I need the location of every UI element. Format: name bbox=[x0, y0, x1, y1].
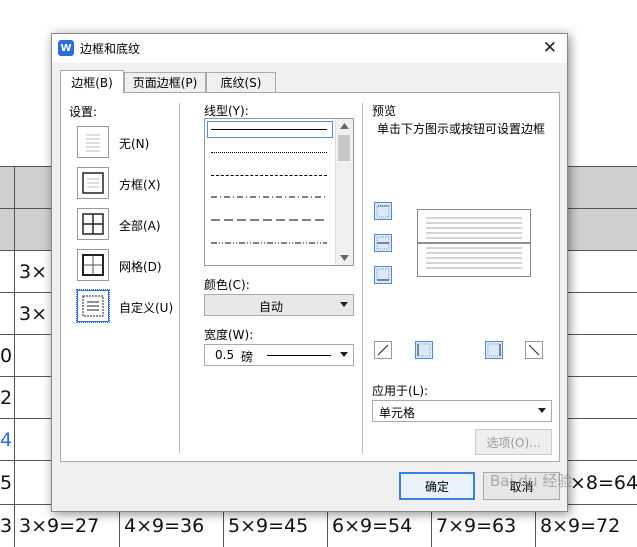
color-label: 颜色(C): bbox=[204, 278, 250, 292]
setting-grid-label: 网格(D) bbox=[119, 260, 162, 274]
diagonal-down-border-icon bbox=[528, 344, 540, 356]
preview-header: 预览 bbox=[372, 104, 397, 118]
width-label: 宽度(W): bbox=[204, 328, 254, 342]
right-border-button[interactable] bbox=[485, 341, 503, 359]
line-option-dash-dot-dot[interactable] bbox=[211, 241, 327, 245]
setting-grid-button[interactable] bbox=[77, 249, 109, 281]
chevron-down-icon bbox=[340, 352, 348, 357]
apply-to-label: 应用于(L): bbox=[372, 384, 429, 398]
chevron-down-icon bbox=[340, 302, 348, 307]
table-cell bbox=[14, 209, 51, 251]
scroll-up-icon[interactable] bbox=[340, 123, 349, 129]
tab-shading[interactable]: 底纹(S) bbox=[206, 72, 276, 92]
bottom-border-icon bbox=[376, 268, 390, 281]
no-border-icon bbox=[86, 134, 100, 152]
wps-app-icon: W bbox=[58, 40, 74, 56]
setting-custom-label: 自定义(U) bbox=[119, 301, 174, 315]
top-border-button[interactable] bbox=[374, 202, 392, 220]
table-cell: 2 bbox=[0, 387, 13, 409]
line-style-scrollbar[interactable] bbox=[335, 119, 353, 265]
bottom-border-button[interactable] bbox=[374, 266, 392, 284]
divider bbox=[362, 103, 363, 453]
close-icon[interactable]: ✕ bbox=[543, 38, 557, 58]
preview-lines bbox=[418, 217, 530, 269]
table-cell bbox=[14, 377, 51, 419]
setting-none-button[interactable] bbox=[77, 126, 109, 158]
setting-box-button[interactable] bbox=[77, 167, 109, 199]
title-bar: W 边框和底纹 ✕ bbox=[52, 34, 567, 63]
width-unit: 磅 bbox=[241, 350, 254, 364]
settings-header: 设置: bbox=[69, 105, 98, 119]
setting-custom-button[interactable] bbox=[76, 289, 110, 323]
borders-and-shading-dialog: W 边框和底纹 ✕ 边框(B) 页面边框(P) 底纹(S) 设置: 无(N) 方… bbox=[51, 33, 568, 512]
line-option-dash-dot[interactable] bbox=[211, 195, 327, 199]
width-line-sample bbox=[267, 355, 331, 356]
color-value: 自动 bbox=[258, 300, 283, 314]
diagonal-up-border-button[interactable] bbox=[374, 341, 392, 359]
tab-page-border[interactable]: 页面边框(P) bbox=[124, 72, 206, 92]
line-option-long-dash[interactable] bbox=[211, 218, 327, 222]
inside-horizontal-border-icon bbox=[376, 236, 390, 250]
setting-all-button[interactable] bbox=[77, 208, 109, 240]
options-button[interactable]: 选项(O)... bbox=[475, 429, 552, 455]
table-cell: 4 bbox=[0, 429, 13, 451]
table-cell bbox=[14, 419, 51, 461]
table-cell bbox=[14, 335, 51, 377]
left-border-button[interactable] bbox=[415, 341, 433, 359]
line-style-label: 线型(Y): bbox=[204, 104, 249, 118]
tab-borders[interactable]: 边框(B) bbox=[60, 70, 124, 93]
table-cell: 0 bbox=[0, 345, 13, 367]
color-select[interactable]: 自动 bbox=[204, 294, 354, 316]
preview-area[interactable] bbox=[417, 209, 531, 277]
setting-none-label: 无(N) bbox=[119, 137, 150, 151]
scroll-thumb[interactable] bbox=[338, 135, 350, 161]
preview-hint: 单击下方图示或按钮可设置边框 bbox=[377, 122, 546, 136]
table-cell: 5 bbox=[0, 472, 13, 494]
all-borders-icon bbox=[82, 213, 104, 235]
table-cell: 3× bbox=[14, 251, 51, 293]
line-option-dashed[interactable] bbox=[211, 175, 327, 176]
divider bbox=[179, 103, 180, 453]
table-cell: 3× bbox=[14, 293, 51, 335]
table-cell: 3 bbox=[0, 515, 13, 537]
chevron-down-icon bbox=[538, 408, 546, 413]
ok-button[interactable]: 确定 bbox=[399, 472, 475, 500]
right-border-icon bbox=[487, 343, 501, 357]
line-option-solid[interactable] bbox=[211, 129, 327, 130]
table-cell: ×8=64 bbox=[565, 461, 637, 505]
box-border-icon bbox=[82, 172, 104, 194]
apply-to-select[interactable]: 单元格 bbox=[372, 400, 552, 422]
setting-box-label: 方框(X) bbox=[119, 178, 161, 192]
diagonal-up-border-icon bbox=[377, 344, 389, 356]
borders-panel: 设置: 无(N) 方框(X) 全部(A) 网格(D) 自定义(U) 线型(Y):… bbox=[60, 92, 560, 462]
apply-to-value: 单元格 bbox=[379, 406, 416, 420]
line-style-list[interactable] bbox=[204, 118, 354, 266]
custom-border-icon bbox=[82, 295, 104, 317]
setting-all-label: 全部(A) bbox=[119, 219, 161, 233]
table-cell bbox=[14, 167, 51, 209]
table-cell bbox=[14, 461, 51, 505]
scroll-down-icon[interactable] bbox=[340, 255, 349, 261]
line-option-dotted[interactable] bbox=[211, 152, 327, 153]
diagonal-down-border-button[interactable] bbox=[525, 341, 543, 359]
watermark: Bai du 经验 bbox=[490, 472, 573, 490]
grid-border-icon bbox=[82, 254, 104, 276]
width-select[interactable]: 0.5 磅 bbox=[204, 344, 354, 366]
left-border-icon bbox=[417, 343, 431, 357]
width-value: 0.5 bbox=[215, 348, 235, 362]
top-border-icon bbox=[376, 205, 390, 218]
dialog-title: 边框和底纹 bbox=[80, 42, 141, 56]
inside-horizontal-border-button[interactable] bbox=[374, 234, 392, 252]
